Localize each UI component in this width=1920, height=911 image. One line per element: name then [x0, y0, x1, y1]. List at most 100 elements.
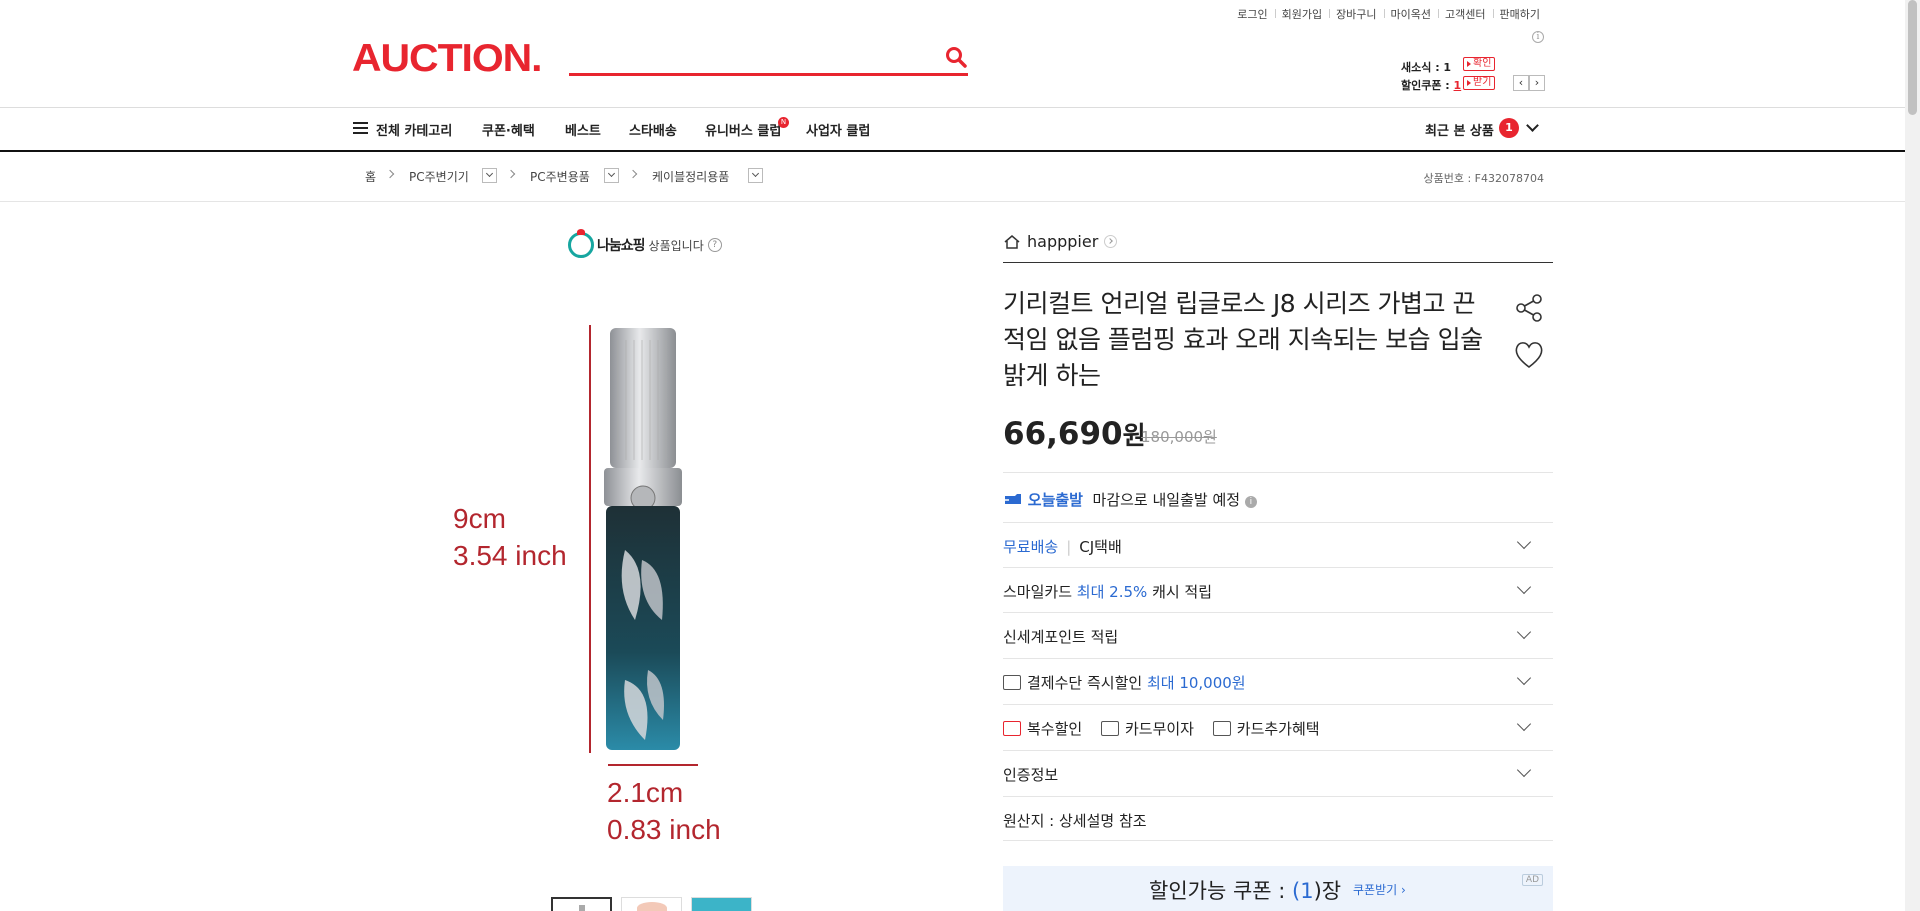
- today-ship-row: 오늘출발 마감으로 내일출발 예정 i: [1003, 472, 1553, 522]
- coupon-get-button[interactable]: 받기: [1463, 76, 1496, 90]
- chevron-right-icon: [1104, 235, 1118, 248]
- home-icon: [1004, 234, 1020, 249]
- chevron-down-icon[interactable]: [1516, 579, 1532, 595]
- width-cm: 2.1cm: [607, 777, 684, 808]
- product-image[interactable]: [580, 320, 710, 770]
- nav-star-delivery[interactable]: 스타배송: [629, 120, 677, 139]
- chevron-down-icon[interactable]: [604, 168, 619, 183]
- thumbnail-3[interactable]: [691, 897, 752, 911]
- shinsegae-label: 신세계포인트 적립: [1003, 628, 1119, 646]
- breadcrumb-level-2[interactable]: PC주변용품: [530, 168, 590, 185]
- main-nav: 전체 카테고리 쿠폰·혜택 베스트 스타배송 유니버스 클럽 N 사업자 클럽 …: [0, 107, 1905, 152]
- cart-link[interactable]: 장바구니: [1329, 6, 1383, 22]
- sharing-shop-banner: 나눔쇼핑 상품입니다 ?: [568, 229, 722, 258]
- search-input[interactable]: [569, 40, 929, 72]
- original-price: 180,000원: [1141, 428, 1217, 446]
- cert-row[interactable]: 인증정보: [1003, 750, 1553, 796]
- pay-discount-row[interactable]: 결제수단 즉시할인 최대 10,000원: [1003, 658, 1553, 704]
- customer-center-link[interactable]: 고객센터: [1438, 6, 1492, 22]
- chevron-down-icon[interactable]: [1516, 762, 1532, 778]
- sharing-logo-icon: [568, 229, 594, 258]
- width-label: 2.1cm 0.83 inch: [607, 774, 721, 848]
- sharing-text: 상품입니다: [648, 238, 704, 253]
- login-link[interactable]: 로그인: [1230, 6, 1274, 22]
- pay-discount-label: 결제수단 즉시할인: [1027, 674, 1143, 692]
- coupon-count[interactable]: 1: [1454, 79, 1462, 92]
- height-label: 9cm 3.54 inch: [453, 500, 567, 574]
- seller-name[interactable]: happpier: [1027, 232, 1098, 251]
- percent-icon: [1003, 675, 1021, 690]
- multi-discount-label: 복수할인: [1027, 720, 1083, 738]
- coupon-count-text: 할인가능 쿠폰 : (1)장: [1149, 875, 1341, 905]
- product-number: 상품번호 : F432078704: [1423, 172, 1545, 185]
- utility-links: 로그인 회원가입 장바구니 마이옥션 고객센터 판매하기: [1230, 6, 1547, 22]
- heart-icon[interactable]: [1513, 340, 1545, 370]
- chevron-right-icon: [628, 169, 638, 179]
- coupon-status-label: 할인쿠폰 :: [1401, 79, 1454, 92]
- card-extra-label: 카드추가혜택: [1236, 720, 1320, 738]
- card-icon: [1100, 721, 1119, 736]
- sell-link[interactable]: 판매하기: [1492, 6, 1547, 22]
- recent-viewed-button[interactable]: 최근 본 상품: [1425, 120, 1494, 139]
- cert-label: 인증정보: [1003, 766, 1059, 784]
- search-icon[interactable]: [944, 45, 968, 69]
- free-shipping-label: 무료배송: [1003, 538, 1059, 556]
- coupon-open: (: [1292, 879, 1301, 903]
- coupon-label: 할인가능 쿠폰 :: [1149, 879, 1293, 903]
- coupon-close: )장: [1313, 879, 1342, 903]
- courier-label: CJ택배: [1079, 538, 1122, 556]
- chevron-down-icon[interactable]: [1516, 716, 1532, 732]
- scrollbar-thumb[interactable]: [1908, 0, 1917, 115]
- scrollbar[interactable]: [1905, 0, 1920, 911]
- coupon-status: 할인쿠폰 : 1: [1401, 77, 1461, 93]
- ad-badge: AD: [1521, 874, 1543, 886]
- share-icon[interactable]: [1514, 293, 1544, 323]
- help-icon[interactable]: ?: [707, 238, 722, 252]
- nav-universe-club[interactable]: 유니버스 클럽: [705, 120, 781, 139]
- product-title: 기리컬트 언리얼 립글로스 J8 시리즈 가볍고 끈적임 없음 플럼핑 효과 오…: [1003, 289, 1483, 390]
- origin-row: 원산지 : 상세설명 참조: [1003, 796, 1553, 841]
- shinsegae-row[interactable]: 신세계포인트 적립: [1003, 612, 1553, 658]
- chevron-down-icon[interactable]: [1516, 534, 1532, 550]
- breadcrumb-level-3[interactable]: 케이블정리용품: [652, 168, 729, 185]
- thumbnail-1[interactable]: [551, 897, 612, 911]
- sharing-brand: 나눔쇼핑: [597, 238, 646, 254]
- card-benefit-row[interactable]: 복수할인 카드무이자 카드추가혜택: [1003, 704, 1553, 750]
- chevron-right-icon: [506, 169, 516, 179]
- chevron-down-icon[interactable]: [482, 168, 497, 183]
- chevron-right-icon: [385, 169, 395, 179]
- new-badge: N: [778, 117, 789, 128]
- multi-discount-icon: [1003, 721, 1021, 736]
- menu-icon[interactable]: [353, 122, 368, 135]
- chevron-down-icon[interactable]: [1516, 624, 1532, 640]
- today-ship-label: 오늘출발: [1027, 491, 1083, 509]
- seller-link[interactable]: happpier: [1003, 232, 1118, 251]
- nav-coupon-benefit[interactable]: 쿠폰·혜택: [482, 120, 535, 139]
- thumbnail-2[interactable]: [621, 897, 682, 911]
- breadcrumb-level-1[interactable]: PC주변기기: [409, 168, 469, 185]
- chevron-down-icon[interactable]: [748, 168, 763, 183]
- chevron-down-icon[interactable]: [1526, 119, 1539, 132]
- my-auction-link[interactable]: 마이옥션: [1383, 6, 1438, 22]
- nav-business-club[interactable]: 사업자 클럽: [806, 120, 870, 139]
- breadcrumb-home[interactable]: 홈: [365, 168, 376, 185]
- breadcrumb: 홈 PC주변기기 PC주변용품 케이블정리용품 상품번호 : F43207870…: [0, 152, 1905, 202]
- next-icon[interactable]: ›: [1529, 75, 1545, 91]
- newsletter-check-button[interactable]: 확인: [1463, 57, 1496, 71]
- chevron-down-icon[interactable]: [1516, 670, 1532, 686]
- prev-icon[interactable]: ‹: [1513, 75, 1529, 91]
- info-icon[interactable]: i: [1532, 31, 1544, 43]
- smile-card-max: 최대 2.5%: [1076, 583, 1148, 601]
- sale-price-value: 66,690: [1003, 416, 1123, 452]
- smile-card-tail: 캐시 적립: [1152, 583, 1213, 601]
- auction-logo[interactable]: AUCTION.: [352, 37, 543, 81]
- height-inch: 3.54 inch: [453, 540, 567, 571]
- coupon-banner[interactable]: 할인가능 쿠폰 : (1)장 쿠폰받기 › AD: [1003, 866, 1553, 911]
- all-categories-button[interactable]: 전체 카테고리: [376, 120, 452, 139]
- smile-card-row[interactable]: 스마일카드 최대 2.5% 캐시 적립: [1003, 567, 1553, 612]
- info-icon[interactable]: i: [1244, 496, 1257, 508]
- signup-link[interactable]: 회원가입: [1274, 6, 1329, 22]
- nav-best[interactable]: 베스트: [565, 120, 601, 139]
- shipping-row[interactable]: 무료배송 | CJ택배: [1003, 522, 1553, 567]
- get-coupon-link[interactable]: 쿠폰받기 ›: [1353, 881, 1406, 898]
